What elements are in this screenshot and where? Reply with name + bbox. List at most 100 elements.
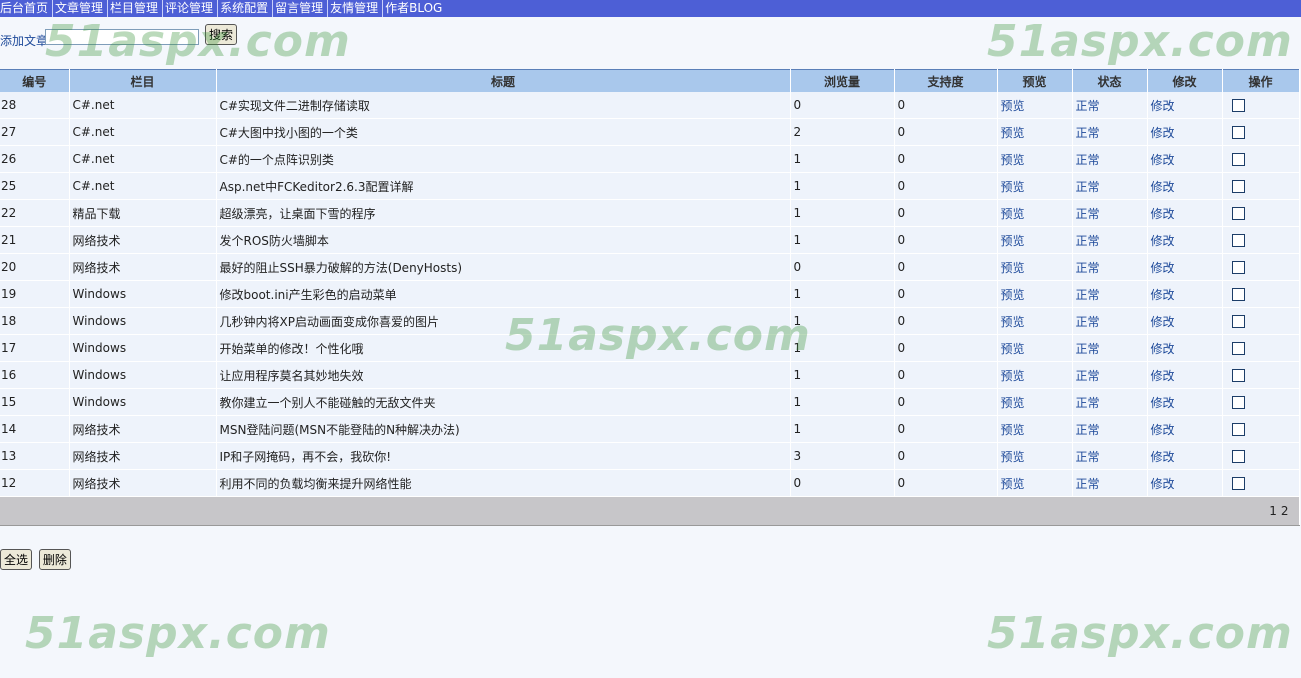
status-link[interactable]: 正常	[1076, 288, 1100, 302]
cell-edit: 修改	[1147, 388, 1223, 416]
cell-action	[1222, 118, 1300, 146]
nav-item-settings[interactable]: 系统配置	[218, 0, 274, 17]
add-article-link[interactable]: 添加文章	[0, 32, 48, 49]
delete-button[interactable]: 删除	[38, 549, 71, 570]
cell-preview: 预览	[997, 388, 1073, 416]
row-checkbox[interactable]	[1231, 315, 1245, 328]
status-link[interactable]: 正常	[1076, 396, 1100, 410]
preview-link[interactable]: 预览	[1001, 369, 1025, 383]
row-checkbox[interactable]	[1231, 342, 1245, 355]
select-all-button[interactable]: 全选	[0, 549, 33, 570]
page-link-2[interactable]: 2	[1281, 504, 1289, 518]
status-link[interactable]: 正常	[1076, 315, 1100, 329]
row-checkbox[interactable]	[1231, 450, 1245, 463]
edit-link[interactable]: 修改	[1151, 234, 1175, 248]
cell-support: 0	[894, 307, 998, 335]
preview-link[interactable]: 预览	[1001, 396, 1025, 410]
preview-link[interactable]: 预览	[1001, 423, 1025, 437]
preview-link[interactable]: 预览	[1001, 342, 1025, 356]
status-link[interactable]: 正常	[1076, 234, 1100, 248]
status-link[interactable]: 正常	[1076, 477, 1100, 491]
preview-link[interactable]: 预览	[1001, 288, 1025, 302]
row-checkbox[interactable]	[1231, 153, 1245, 166]
nav-item-home[interactable]: 后台首页	[0, 0, 54, 17]
status-link[interactable]: 正常	[1076, 99, 1100, 113]
edit-link[interactable]: 修改	[1151, 153, 1175, 167]
row-checkbox[interactable]	[1231, 369, 1245, 382]
preview-link[interactable]: 预览	[1001, 153, 1025, 167]
cell-support: 0	[894, 388, 998, 416]
status-link[interactable]: 正常	[1076, 126, 1100, 140]
edit-link[interactable]: 修改	[1151, 423, 1175, 437]
header-id[interactable]: 编号	[0, 69, 70, 92]
nav-item-articles[interactable]: 文章管理	[53, 0, 109, 17]
preview-link[interactable]: 预览	[1001, 315, 1025, 329]
page-link-1[interactable]: 1	[1269, 504, 1277, 518]
edit-link[interactable]: 修改	[1151, 315, 1175, 329]
header-title[interactable]: 标题	[216, 69, 791, 92]
preview-link[interactable]: 预览	[1001, 261, 1025, 275]
row-checkbox[interactable]	[1231, 180, 1245, 193]
edit-link[interactable]: 修改	[1151, 477, 1175, 491]
status-link[interactable]: 正常	[1076, 450, 1100, 464]
table-row: 13 网络技术 IP和子网掩码，再不会，我砍你! 3 0 预览 正常 修改	[0, 442, 1300, 470]
table-row: 22 精品下载 超级漂亮，让桌面下雪的程序 1 0 预览 正常 修改	[0, 199, 1300, 227]
status-link[interactable]: 正常	[1076, 423, 1100, 437]
edit-link[interactable]: 修改	[1151, 126, 1175, 140]
header-category[interactable]: 栏目	[69, 69, 217, 92]
preview-link[interactable]: 预览	[1001, 99, 1025, 113]
status-link[interactable]: 正常	[1076, 369, 1100, 383]
edit-link[interactable]: 修改	[1151, 396, 1175, 410]
table-row: 18 Windows 几秒钟内将XP启动画面变成你喜爱的图片 1 0 预览 正常 修改	[0, 307, 1300, 335]
edit-link[interactable]: 修改	[1151, 369, 1175, 383]
cell-status: 正常	[1072, 415, 1148, 443]
edit-link[interactable]: 修改	[1151, 99, 1175, 113]
preview-link[interactable]: 预览	[1001, 450, 1025, 464]
row-checkbox[interactable]	[1231, 396, 1245, 409]
preview-link[interactable]: 预览	[1001, 180, 1025, 194]
cell-edit: 修改	[1147, 226, 1223, 254]
cell-id: 19	[0, 280, 70, 308]
search-input[interactable]	[45, 29, 199, 45]
cell-status: 正常	[1072, 226, 1148, 254]
status-link[interactable]: 正常	[1076, 342, 1100, 356]
nav-item-messages[interactable]: 留言管理	[273, 0, 329, 17]
nav-item-links[interactable]: 友情管理	[328, 0, 384, 17]
row-checkbox[interactable]	[1231, 477, 1245, 490]
cell-preview: 预览	[997, 280, 1073, 308]
row-checkbox[interactable]	[1231, 207, 1245, 220]
edit-link[interactable]: 修改	[1151, 342, 1175, 356]
status-link[interactable]: 正常	[1076, 180, 1100, 194]
cell-action	[1222, 145, 1300, 173]
status-link[interactable]: 正常	[1076, 207, 1100, 221]
cell-views: 2	[790, 118, 895, 146]
header-edit: 修改	[1147, 69, 1223, 92]
preview-link[interactable]: 预览	[1001, 477, 1025, 491]
row-checkbox[interactable]	[1231, 288, 1245, 301]
preview-link[interactable]: 预览	[1001, 207, 1025, 221]
row-checkbox[interactable]	[1231, 234, 1245, 247]
preview-link[interactable]: 预览	[1001, 234, 1025, 248]
header-views[interactable]: 浏览量	[790, 69, 895, 92]
nav-item-categories[interactable]: 栏目管理	[108, 0, 164, 17]
row-checkbox[interactable]	[1231, 99, 1245, 112]
status-link[interactable]: 正常	[1076, 261, 1100, 275]
edit-link[interactable]: 修改	[1151, 288, 1175, 302]
edit-link[interactable]: 修改	[1151, 207, 1175, 221]
status-link[interactable]: 正常	[1076, 153, 1100, 167]
search-button[interactable]: 搜索	[205, 24, 238, 45]
cell-views: 1	[790, 145, 895, 173]
cell-id: 15	[0, 388, 70, 416]
nav-item-comments[interactable]: 评论管理	[163, 0, 219, 17]
header-support[interactable]: 支持度	[894, 69, 998, 92]
watermark: 51aspx.com	[987, 608, 1293, 659]
cell-action	[1222, 334, 1300, 362]
row-checkbox[interactable]	[1231, 261, 1245, 274]
row-checkbox[interactable]	[1231, 423, 1245, 436]
edit-link[interactable]: 修改	[1151, 261, 1175, 275]
nav-item-blog[interactable]: 作者BLOG	[383, 0, 446, 17]
edit-link[interactable]: 修改	[1151, 450, 1175, 464]
row-checkbox[interactable]	[1231, 126, 1245, 139]
edit-link[interactable]: 修改	[1151, 180, 1175, 194]
preview-link[interactable]: 预览	[1001, 126, 1025, 140]
